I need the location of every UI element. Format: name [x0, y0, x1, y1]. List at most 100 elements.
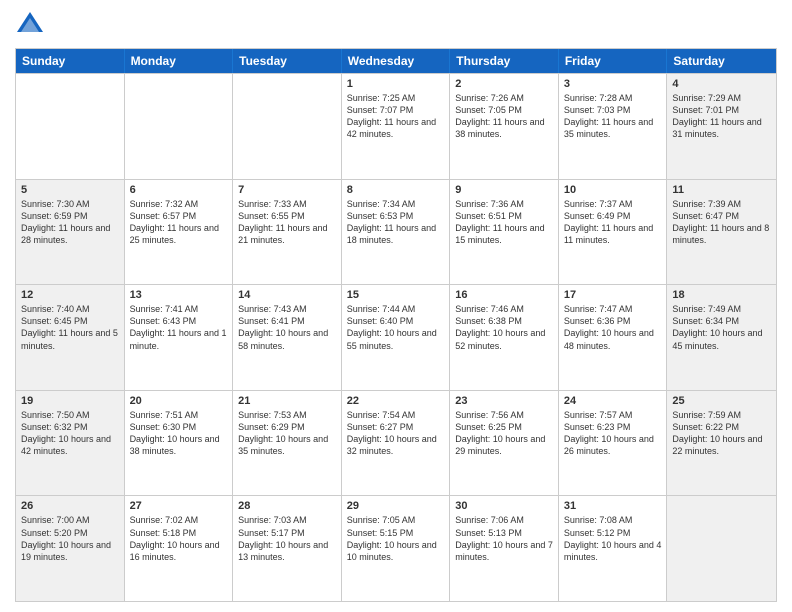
cal-header-monday: Monday: [125, 49, 234, 73]
header: [15, 10, 777, 40]
cell-daylight-text: Sunrise: 7:26 AM Sunset: 7:05 PM Dayligh…: [455, 92, 553, 141]
day-number: 15: [347, 289, 445, 301]
logo: [15, 10, 51, 40]
cal-week-2: 12 Sunrise: 7:40 AM Sunset: 6:45 PM Dayli…: [16, 284, 776, 390]
day-number: 16: [455, 289, 553, 301]
cal-cell-4-6: [667, 496, 776, 601]
cal-cell-4-2: 28 Sunrise: 7:03 AM Sunset: 5:17 PM Dayli…: [233, 496, 342, 601]
cell-daylight-text: Sunrise: 7:59 AM Sunset: 6:22 PM Dayligh…: [672, 409, 771, 458]
cell-daylight-text: Sunrise: 7:36 AM Sunset: 6:51 PM Dayligh…: [455, 198, 553, 247]
cal-header-wednesday: Wednesday: [342, 49, 451, 73]
day-number: 28: [238, 500, 336, 512]
cell-daylight-text: Sunrise: 7:06 AM Sunset: 5:13 PM Dayligh…: [455, 514, 553, 563]
day-number: 14: [238, 289, 336, 301]
cal-cell-2-2: 14 Sunrise: 7:43 AM Sunset: 6:41 PM Dayli…: [233, 285, 342, 390]
day-number: 5: [21, 184, 119, 196]
cell-daylight-text: Sunrise: 7:49 AM Sunset: 6:34 PM Dayligh…: [672, 303, 771, 352]
cal-cell-4-1: 27 Sunrise: 7:02 AM Sunset: 5:18 PM Dayli…: [125, 496, 234, 601]
cell-daylight-text: Sunrise: 7:28 AM Sunset: 7:03 PM Dayligh…: [564, 92, 662, 141]
day-number: 17: [564, 289, 662, 301]
calendar: SundayMondayTuesdayWednesdayThursdayFrid…: [15, 48, 777, 602]
cal-cell-4-4: 30Sunrise: 7:06 AM Sunset: 5:13 PM Dayli…: [450, 496, 559, 601]
cell-daylight-text: Sunrise: 7:32 AM Sunset: 6:57 PM Dayligh…: [130, 198, 228, 247]
cal-cell-3-5: 24 Sunrise: 7:57 AM Sunset: 6:23 PM Dayli…: [559, 391, 668, 496]
cal-cell-3-6: 25 Sunrise: 7:59 AM Sunset: 6:22 PM Dayli…: [667, 391, 776, 496]
cell-daylight-text: Sunrise: 7:02 AM Sunset: 5:18 PM Dayligh…: [130, 514, 228, 563]
cal-cell-4-0: 26Sunrise: 7:00 AM Sunset: 5:20 PM Dayli…: [16, 496, 125, 601]
cal-cell-3-1: 20 Sunrise: 7:51 AM Sunset: 6:30 PM Dayli…: [125, 391, 234, 496]
cal-cell-0-6: 4 Sunrise: 7:29 AM Sunset: 7:01 PM Daylig…: [667, 74, 776, 179]
cal-cell-0-2: [233, 74, 342, 179]
day-number: 19: [21, 395, 119, 407]
cal-cell-3-0: 19 Sunrise: 7:50 AM Sunset: 6:32 PM Dayli…: [16, 391, 125, 496]
day-number: 11: [672, 184, 771, 196]
cal-cell-2-0: 12 Sunrise: 7:40 AM Sunset: 6:45 PM Dayli…: [16, 285, 125, 390]
day-number: 21: [238, 395, 336, 407]
cal-week-4: 26Sunrise: 7:00 AM Sunset: 5:20 PM Dayli…: [16, 495, 776, 601]
cell-daylight-text: Sunrise: 7:53 AM Sunset: 6:29 PM Dayligh…: [238, 409, 336, 458]
cell-daylight-text: Sunrise: 7:30 AM Sunset: 6:59 PM Dayligh…: [21, 198, 119, 247]
cell-daylight-text: Sunrise: 7:44 AM Sunset: 6:40 PM Dayligh…: [347, 303, 445, 352]
cal-cell-1-1: 6 Sunrise: 7:32 AM Sunset: 6:57 PM Daylig…: [125, 180, 234, 285]
logo-icon: [15, 10, 45, 40]
cal-cell-1-3: 8 Sunrise: 7:34 AM Sunset: 6:53 PM Daylig…: [342, 180, 451, 285]
cal-cell-1-4: 9 Sunrise: 7:36 AM Sunset: 6:51 PM Daylig…: [450, 180, 559, 285]
cell-daylight-text: Sunrise: 7:51 AM Sunset: 6:30 PM Dayligh…: [130, 409, 228, 458]
day-number: 6: [130, 184, 228, 196]
day-number: 22: [347, 395, 445, 407]
cell-daylight-text: Sunrise: 7:56 AM Sunset: 6:25 PM Dayligh…: [455, 409, 553, 458]
calendar-body: 1Sunrise: 7:25 AM Sunset: 7:07 PM Daylig…: [16, 73, 776, 601]
cell-daylight-text: Sunrise: 7:25 AM Sunset: 7:07 PM Dayligh…: [347, 92, 445, 141]
cell-daylight-text: Sunrise: 7:34 AM Sunset: 6:53 PM Dayligh…: [347, 198, 445, 247]
cell-daylight-text: Sunrise: 7:47 AM Sunset: 6:36 PM Dayligh…: [564, 303, 662, 352]
cell-daylight-text: Sunrise: 7:57 AM Sunset: 6:23 PM Dayligh…: [564, 409, 662, 458]
day-number: 26: [21, 500, 119, 512]
calendar-header-row: SundayMondayTuesdayWednesdayThursdayFrid…: [16, 49, 776, 73]
cal-cell-2-4: 16Sunrise: 7:46 AM Sunset: 6:38 PM Dayli…: [450, 285, 559, 390]
day-number: 31: [564, 500, 662, 512]
cell-daylight-text: Sunrise: 7:50 AM Sunset: 6:32 PM Dayligh…: [21, 409, 119, 458]
day-number: 9: [455, 184, 553, 196]
cell-daylight-text: Sunrise: 7:41 AM Sunset: 6:43 PM Dayligh…: [130, 303, 228, 352]
day-number: 8: [347, 184, 445, 196]
day-number: 10: [564, 184, 662, 196]
day-number: 18: [672, 289, 771, 301]
cal-cell-2-3: 15 Sunrise: 7:44 AM Sunset: 6:40 PM Dayli…: [342, 285, 451, 390]
cal-cell-2-5: 17 Sunrise: 7:47 AM Sunset: 6:36 PM Dayli…: [559, 285, 668, 390]
cell-daylight-text: Sunrise: 7:43 AM Sunset: 6:41 PM Dayligh…: [238, 303, 336, 352]
cal-cell-0-3: 1Sunrise: 7:25 AM Sunset: 7:07 PM Daylig…: [342, 74, 451, 179]
day-number: 23: [455, 395, 553, 407]
day-number: 29: [347, 500, 445, 512]
day-number: 27: [130, 500, 228, 512]
cal-cell-2-1: 13 Sunrise: 7:41 AM Sunset: 6:43 PM Dayli…: [125, 285, 234, 390]
day-number: 4: [672, 78, 771, 90]
cell-daylight-text: Sunrise: 7:33 AM Sunset: 6:55 PM Dayligh…: [238, 198, 336, 247]
cell-daylight-text: Sunrise: 7:39 AM Sunset: 6:47 PM Dayligh…: [672, 198, 771, 247]
cal-cell-3-3: 22 Sunrise: 7:54 AM Sunset: 6:27 PM Dayli…: [342, 391, 451, 496]
cell-daylight-text: Sunrise: 7:40 AM Sunset: 6:45 PM Dayligh…: [21, 303, 119, 352]
cal-header-thursday: Thursday: [450, 49, 559, 73]
cal-header-tuesday: Tuesday: [233, 49, 342, 73]
cell-daylight-text: Sunrise: 7:05 AM Sunset: 5:15 PM Dayligh…: [347, 514, 445, 563]
cal-cell-0-0: [16, 74, 125, 179]
page: SundayMondayTuesdayWednesdayThursdayFrid…: [0, 0, 792, 612]
cal-cell-0-1: [125, 74, 234, 179]
cal-cell-3-2: 21 Sunrise: 7:53 AM Sunset: 6:29 PM Dayli…: [233, 391, 342, 496]
cell-daylight-text: Sunrise: 7:29 AM Sunset: 7:01 PM Dayligh…: [672, 92, 771, 141]
cal-cell-0-5: 3 Sunrise: 7:28 AM Sunset: 7:03 PM Daylig…: [559, 74, 668, 179]
day-number: 24: [564, 395, 662, 407]
day-number: 12: [21, 289, 119, 301]
cal-cell-3-4: 23 Sunrise: 7:56 AM Sunset: 6:25 PM Dayli…: [450, 391, 559, 496]
cal-header-friday: Friday: [559, 49, 668, 73]
day-number: 13: [130, 289, 228, 301]
cell-daylight-text: Sunrise: 7:03 AM Sunset: 5:17 PM Dayligh…: [238, 514, 336, 563]
cal-week-1: 5 Sunrise: 7:30 AM Sunset: 6:59 PM Daylig…: [16, 179, 776, 285]
cell-daylight-text: Sunrise: 7:54 AM Sunset: 6:27 PM Dayligh…: [347, 409, 445, 458]
cal-cell-0-4: 2Sunrise: 7:26 AM Sunset: 7:05 PM Daylig…: [450, 74, 559, 179]
day-number: 20: [130, 395, 228, 407]
cal-header-sunday: Sunday: [16, 49, 125, 73]
cal-cell-2-6: 18 Sunrise: 7:49 AM Sunset: 6:34 PM Dayli…: [667, 285, 776, 390]
day-number: 3: [564, 78, 662, 90]
day-number: 25: [672, 395, 771, 407]
cell-daylight-text: Sunrise: 7:08 AM Sunset: 5:12 PM Dayligh…: [564, 514, 662, 563]
